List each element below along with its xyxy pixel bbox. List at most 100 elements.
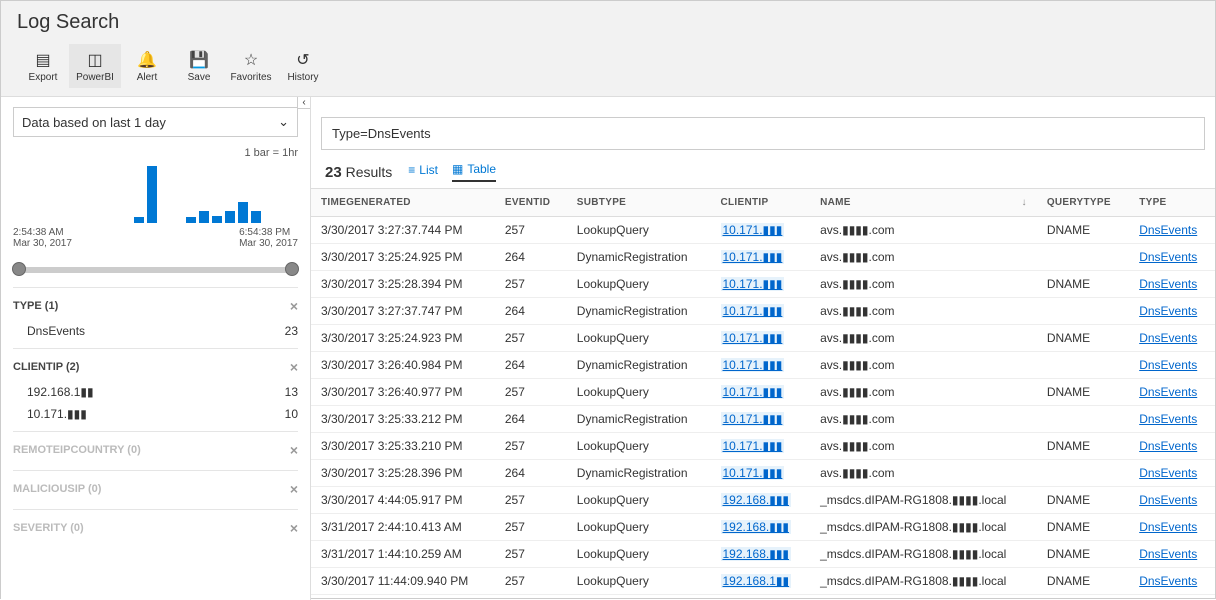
results-count: 23 Results [325, 164, 392, 181]
cell-querytype: DNAME [1037, 217, 1129, 244]
cell-querytype [1037, 352, 1129, 379]
table-row[interactable]: 3/30/2017 3:25:28.394 PM257LookupQuery10… [311, 271, 1215, 298]
list-view-button[interactable]: ≡List [408, 162, 438, 182]
clientip-link[interactable]: 10.171.▮▮▮ [721, 250, 785, 264]
toolbar: ▤Export ◫PowerBI 🔔Alert 💾Save ☆Favorites… [17, 44, 1199, 88]
close-icon[interactable]: × [290, 520, 298, 536]
header: Log Search ▤Export ◫PowerBI 🔔Alert 💾Save… [1, 1, 1215, 97]
facet-value-ip1[interactable]: 192.168.1▮▮13 [13, 381, 298, 403]
cell-eventid: 264 [495, 406, 567, 433]
cell-querytype: DNAME [1037, 541, 1129, 568]
cell-subtype: DynamicRegistration [567, 244, 711, 271]
facet-remoteipcountry: REMOTEIPCOUNTRY (0)× [13, 431, 298, 470]
cell-subtype: LookupQuery [567, 325, 711, 352]
close-icon[interactable]: × [290, 359, 298, 375]
clientip-link[interactable]: 192.168.▮▮▮ [721, 520, 792, 534]
cell-type: DnsEvents [1129, 568, 1215, 595]
clientip-link[interactable]: 10.171.▮▮▮ [721, 277, 785, 291]
cell-time: 3/30/2017 3:26:40.984 PM [311, 352, 495, 379]
table-view-button[interactable]: ▦Table [452, 162, 496, 182]
table-row[interactable]: 3/30/2017 3:25:24.925 PM264DynamicRegist… [311, 244, 1215, 271]
cell-type: DnsEvents [1129, 217, 1215, 244]
type-link[interactable]: DnsEvents [1139, 439, 1197, 453]
cell-subtype: LookupQuery [567, 379, 711, 406]
facet-value-dnsevents[interactable]: DnsEvents23 [13, 320, 298, 342]
clientip-link[interactable]: 10.171.▮▮▮ [721, 358, 785, 372]
slider-thumb-right[interactable] [285, 262, 299, 276]
cell-clientip: 10.171.▮▮▮ [711, 433, 811, 460]
cell-time: 3/31/2017 1:44:10.259 AM [311, 541, 495, 568]
col-eventid[interactable]: EVENTID [495, 189, 567, 217]
cell-name: avs.▮▮▮▮.com [810, 379, 1037, 406]
clientip-link[interactable]: 10.171.▮▮▮ [721, 304, 785, 318]
type-link[interactable]: DnsEvents [1139, 466, 1197, 480]
powerbi-button[interactable]: ◫PowerBI [69, 44, 121, 88]
bell-icon: 🔔 [137, 50, 157, 70]
type-link[interactable]: DnsEvents [1139, 277, 1197, 291]
table-row[interactable]: 3/30/2017 11:44:09.940 PM257LookupQuery1… [311, 568, 1215, 595]
export-button[interactable]: ▤Export [17, 44, 69, 88]
type-link[interactable]: DnsEvents [1139, 223, 1197, 237]
table-row[interactable]: 3/30/2017 3:25:33.212 PM264DynamicRegist… [311, 406, 1215, 433]
type-link[interactable]: DnsEvents [1139, 331, 1197, 345]
col-timegenerated[interactable]: TIMEGENERATED [311, 189, 495, 217]
close-icon[interactable]: × [290, 481, 298, 497]
cell-querytype [1037, 460, 1129, 487]
cell-clientip: 192.168.▮▮▮ [711, 514, 811, 541]
bar-legend: 1 bar = 1hr [13, 147, 298, 159]
type-link[interactable]: DnsEvents [1139, 250, 1197, 264]
save-button[interactable]: 💾Save [173, 44, 225, 88]
cell-time: 3/30/2017 3:25:28.394 PM [311, 271, 495, 298]
time-histogram[interactable] [13, 163, 298, 223]
clientip-link[interactable]: 10.171.▮▮▮ [721, 439, 785, 453]
col-clientip[interactable]: CLIENTIP [711, 189, 811, 217]
type-link[interactable]: DnsEvents [1139, 574, 1197, 588]
type-link[interactable]: DnsEvents [1139, 493, 1197, 507]
collapse-left-pane[interactable]: ‹ [297, 97, 311, 109]
col-subtype[interactable]: SUBTYPE [567, 189, 711, 217]
col-type[interactable]: TYPE [1129, 189, 1215, 217]
clientip-link[interactable]: 192.168.▮▮▮ [721, 547, 792, 561]
cell-querytype: DNAME [1037, 271, 1129, 298]
facet-value-ip2[interactable]: 10.171.▮▮▮10 [13, 403, 298, 425]
cell-type: DnsEvents [1129, 352, 1215, 379]
table-row[interactable]: 3/30/2017 3:25:28.396 PM264DynamicRegist… [311, 460, 1215, 487]
type-link[interactable]: DnsEvents [1139, 412, 1197, 426]
table-row[interactable]: 3/30/2017 3:26:40.977 PM257LookupQuery10… [311, 379, 1215, 406]
cell-querytype: DNAME [1037, 595, 1129, 600]
table-row[interactable]: 3/31/2017 2:44:10.413 AM257LookupQuery19… [311, 514, 1215, 541]
type-link[interactable]: DnsEvents [1139, 304, 1197, 318]
list-icon: ≡ [408, 163, 415, 177]
clientip-link[interactable]: 10.171.▮▮▮ [721, 466, 785, 480]
slider-thumb-left[interactable] [12, 262, 26, 276]
clientip-link[interactable]: 10.171.▮▮▮ [721, 331, 785, 345]
col-querytype[interactable]: QUERYTYPE [1037, 189, 1129, 217]
clientip-link[interactable]: 10.171.▮▮▮ [721, 412, 785, 426]
time-range-slider[interactable] [19, 267, 292, 273]
query-input[interactable]: Type=DnsEvents [321, 117, 1205, 150]
type-link[interactable]: DnsEvents [1139, 358, 1197, 372]
table-row[interactable]: 3/30/2017 3:25:24.923 PM257LookupQuery10… [311, 325, 1215, 352]
table-row[interactable]: 3/30/2017 3:27:37.747 PM264DynamicRegist… [311, 298, 1215, 325]
table-row[interactable]: 3/30/2017 4:44:05.917 PM257LookupQuery19… [311, 487, 1215, 514]
clientip-link[interactable]: 10.171.▮▮▮ [721, 385, 785, 399]
clientip-link[interactable]: 10.171.▮▮▮ [721, 223, 785, 237]
type-link[interactable]: DnsEvents [1139, 385, 1197, 399]
type-link[interactable]: DnsEvents [1139, 547, 1197, 561]
favorites-button[interactable]: ☆Favorites [225, 44, 277, 88]
col-name[interactable]: NAME↓ [810, 189, 1037, 217]
table-row[interactable]: 3/30/2017 3:27:37.744 PM257LookupQuery10… [311, 217, 1215, 244]
results-table-wrap[interactable]: TIMEGENERATED EVENTID SUBTYPE CLIENTIP N… [311, 189, 1215, 600]
history-button[interactable]: ↺History [277, 44, 329, 88]
table-row[interactable]: 3/30/2017 8:44:09.344 PM257LookupQuery19… [311, 595, 1215, 600]
close-icon[interactable]: × [290, 298, 298, 314]
time-range-select[interactable]: Data based on last 1 day ⌄ [13, 107, 298, 137]
alert-button[interactable]: 🔔Alert [121, 44, 173, 88]
type-link[interactable]: DnsEvents [1139, 520, 1197, 534]
table-row[interactable]: 3/31/2017 1:44:10.259 AM257LookupQuery19… [311, 541, 1215, 568]
clientip-link[interactable]: 192.168.▮▮▮ [721, 493, 792, 507]
table-row[interactable]: 3/30/2017 3:25:33.210 PM257LookupQuery10… [311, 433, 1215, 460]
close-icon[interactable]: × [290, 442, 298, 458]
table-row[interactable]: 3/30/2017 3:26:40.984 PM264DynamicRegist… [311, 352, 1215, 379]
clientip-link[interactable]: 192.168.1▮▮ [721, 574, 792, 588]
